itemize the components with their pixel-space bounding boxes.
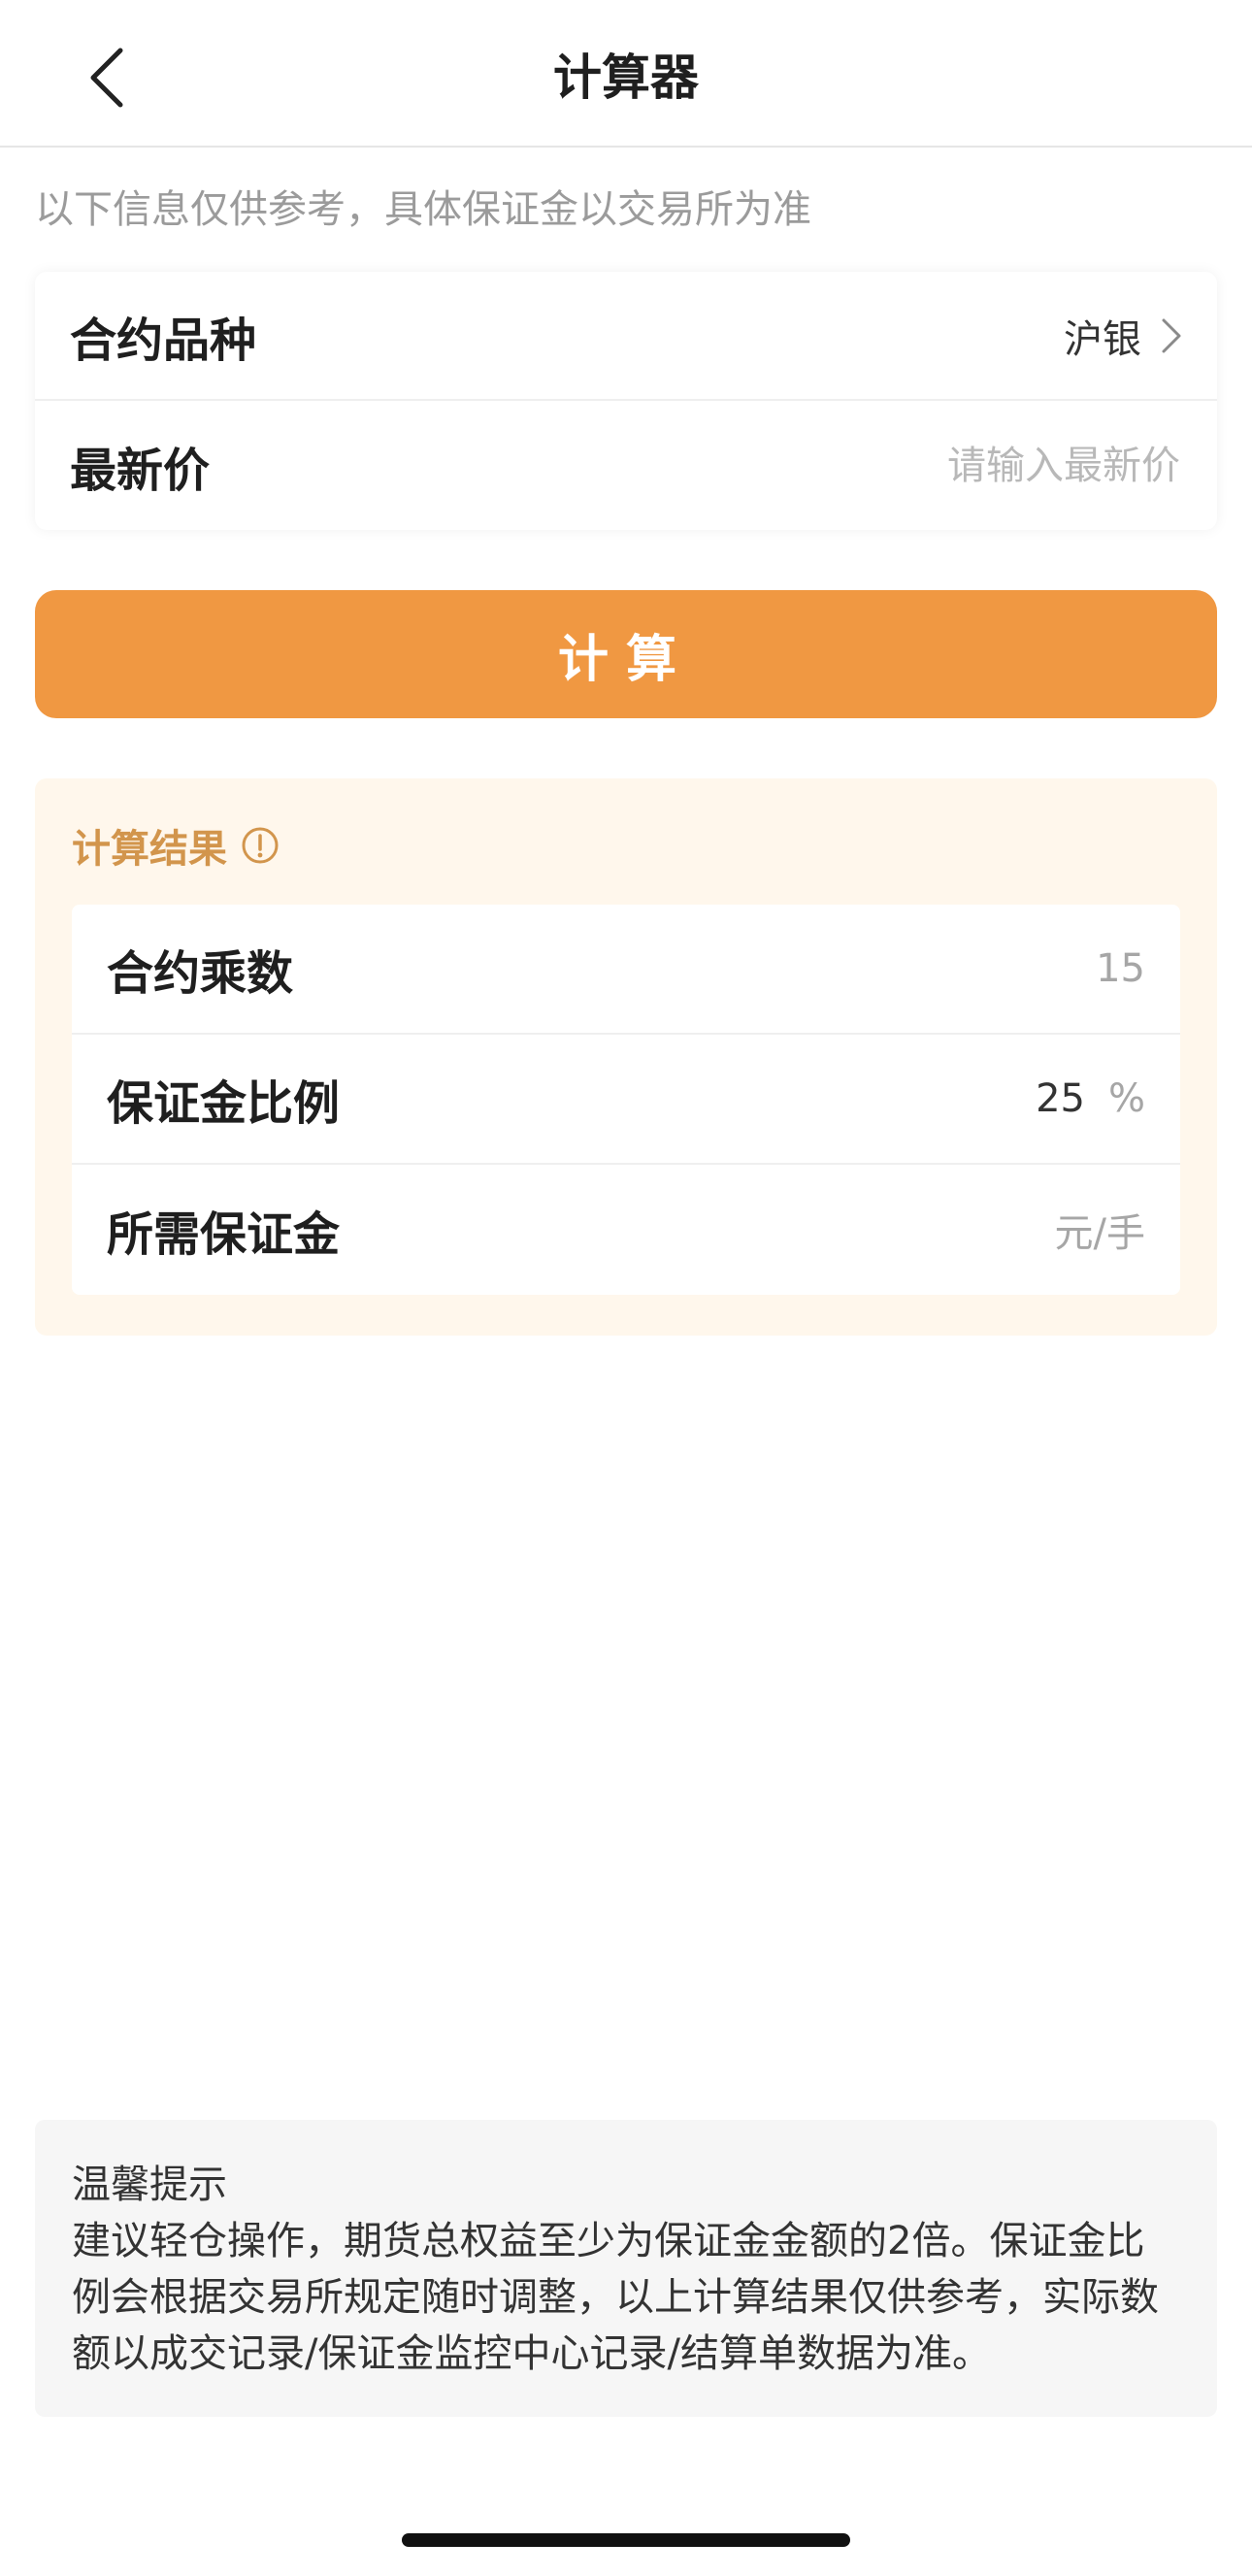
variety-value: 沪银 (1064, 316, 1141, 362)
margin-ratio-value: 25 (1036, 1076, 1085, 1121)
tip-text: 建议轻仓操作，期货总权益至少为保证金金额的2倍。保证金比例会根据交易所规定随时调… (72, 2219, 1159, 2376)
page-title: 计算器 (553, 50, 699, 106)
margin-ratio-row: 保证金比例 25 % (72, 1035, 1180, 1165)
tip-box: 温馨提示 建议轻仓操作，期货总权益至少为保证金金额的2倍。保证金比例会根据交易所… (35, 2120, 1217, 2417)
result-header: 计算结果 (72, 817, 280, 874)
result-section: 计算结果 合约乘数 15 保证金比例 25 % 所需保证金 元/手 (35, 778, 1217, 1336)
calculate-button[interactable]: 计算 (35, 590, 1217, 718)
variety-row[interactable]: 合约品种 沪银 (35, 272, 1217, 401)
calculator-page: 计算器 以下信息仅供参考，具体保证金以交易所为准 合约品种 沪银 最新价 计算 … (0, 0, 1252, 2576)
price-input[interactable] (697, 442, 1182, 489)
price-row: 最新价 (35, 401, 1217, 530)
variety-label: 合约品种 (70, 313, 257, 368)
tip-title: 温馨提示 (72, 2163, 227, 2207)
header-bar: 计算器 (0, 0, 1252, 148)
required-margin-row: 所需保证金 元/手 (72, 1165, 1180, 1295)
chevron-right-icon (1162, 318, 1181, 352)
required-margin-label: 所需保证金 (107, 1207, 341, 1262)
disclaimer-text: 以下信息仅供参考，具体保证金以交易所为准 (35, 187, 811, 232)
home-indicator (402, 2533, 850, 2547)
price-label: 最新价 (70, 443, 211, 498)
info-icon[interactable] (241, 826, 280, 865)
required-margin-unit: 元/手 (1054, 1211, 1145, 1256)
margin-ratio-label: 保证金比例 (107, 1076, 341, 1131)
multiplier-row: 合约乘数 15 (72, 905, 1180, 1035)
multiplier-label: 合约乘数 (107, 946, 294, 1001)
result-title: 计算结果 (72, 827, 227, 872)
variety-selector[interactable]: 沪银 (1064, 308, 1182, 364)
margin-ratio-unit: % (1107, 1076, 1145, 1121)
margin-ratio-field[interactable]: 25 % (1036, 1076, 1145, 1121)
result-card: 合约乘数 15 保证金比例 25 % 所需保证金 元/手 (72, 905, 1180, 1295)
multiplier-value: 15 (1096, 946, 1145, 991)
input-card: 合约品种 沪银 最新价 (35, 272, 1217, 530)
